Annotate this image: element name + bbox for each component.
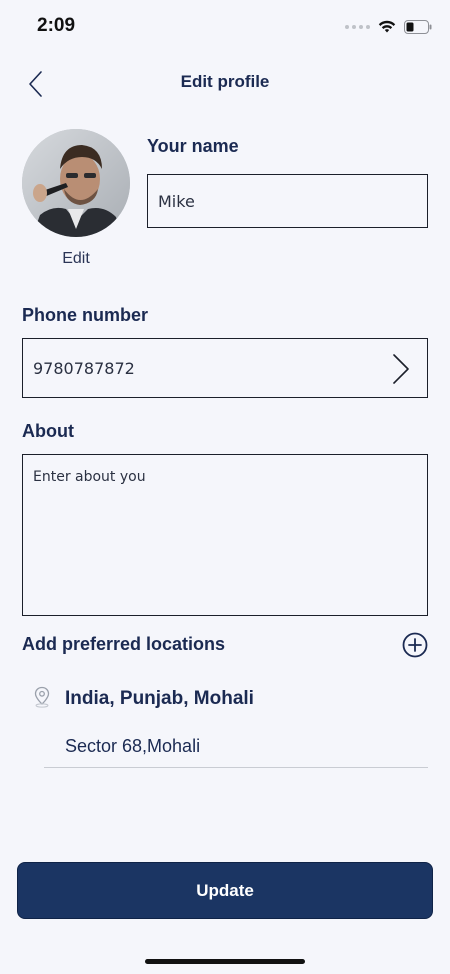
- update-button[interactable]: Update: [17, 862, 433, 919]
- signal-icon: [345, 25, 370, 29]
- avatar[interactable]: [22, 129, 130, 237]
- phone-label: Phone number: [22, 305, 149, 325]
- profile-photo: [22, 129, 130, 237]
- phone-input[interactable]: 9780787872: [22, 338, 428, 398]
- battery-icon: [404, 20, 432, 34]
- wifi-icon: [378, 20, 396, 33]
- divider: [44, 767, 428, 768]
- chevron-right-icon: [393, 354, 409, 384]
- status-time: 2:09: [37, 15, 76, 36]
- phone-value: 9780787872: [33, 359, 135, 378]
- name-value: Mike: [158, 192, 195, 211]
- edit-avatar-link[interactable]: Edit: [22, 250, 130, 268]
- page-title: Edit profile: [180, 72, 270, 91]
- locations-label: Add preferred locations: [22, 634, 226, 654]
- name-label: Your name: [147, 136, 239, 156]
- nav-bar: Edit profile: [0, 60, 450, 106]
- name-input[interactable]: Mike: [147, 174, 428, 228]
- add-circle-icon: [402, 632, 428, 658]
- home-indicator: [145, 959, 305, 964]
- location-subtitle: Sector 68,Mohali: [65, 736, 201, 756]
- add-location-button[interactable]: [402, 632, 428, 658]
- location-title: India, Punjab, Mohali: [65, 688, 254, 709]
- about-placeholder: Enter about you: [33, 469, 146, 485]
- location-pin-icon: [34, 686, 50, 708]
- about-label: About: [22, 421, 74, 441]
- status-indicators: [345, 17, 432, 37]
- about-textarea[interactable]: Enter about you: [22, 454, 428, 616]
- location-list-item[interactable]: India, Punjab, Mohali Sector 68,Mohali: [22, 680, 428, 768]
- status-bar: 2:09: [0, 0, 450, 54]
